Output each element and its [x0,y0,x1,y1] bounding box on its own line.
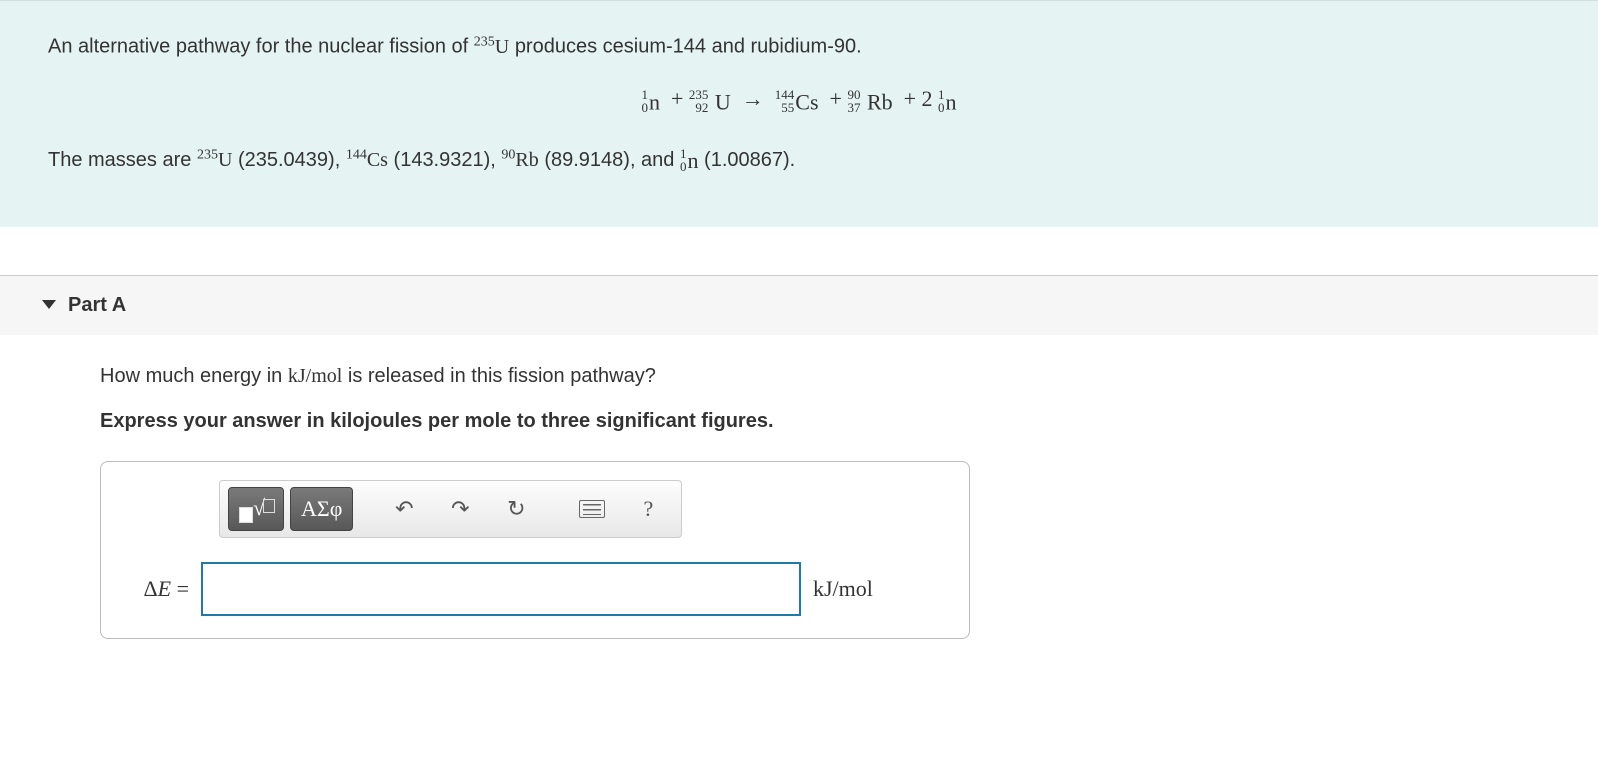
redo-icon: ↷ [451,496,469,522]
part-label: Part A [68,294,126,316]
chevron-down-icon[interactable] [42,300,56,309]
product-neutron: 10n [938,83,957,118]
greek-button[interactable]: ΑΣφ [290,487,353,531]
mass-u: 235U [197,149,232,171]
answer-unit: kJ/mol [813,576,873,602]
nuclear-equation: 10n + 23592 U → 14455Cs + 9037 Rb + 2 10… [48,82,1550,119]
help-button[interactable]: ? [623,487,673,531]
question-text: How much energy in kJ/mol is released in… [100,365,1550,388]
answer-widget: √ ΑΣφ ↶ ↷ ↻ ? ΔE = kJ/mol [100,461,970,639]
reactant-uranium: 23592 U [689,83,731,118]
unit-inline: kJ/mol [288,365,342,387]
answer-row: ΔE = kJ/mol [119,562,951,616]
keyboard-icon [579,500,605,518]
help-icon: ? [644,496,654,522]
isotope-u235-inline: 235U [474,36,509,58]
part-header[interactable]: Part A [0,275,1598,335]
answer-input[interactable] [201,562,801,616]
reactant-neutron: 10n [641,83,660,118]
intro-text: An alternative pathway for the nuclear f… [48,31,1550,62]
template-button[interactable]: √ [228,487,284,531]
equation-toolbar: √ ΑΣφ ↶ ↷ ↻ ? [219,480,682,538]
product-cesium: 14455Cs [775,83,819,118]
keyboard-button[interactable] [567,487,617,531]
question-body: How much energy in kJ/mol is released in… [0,335,1598,669]
mass-rb: 90Rb [501,149,538,171]
redo-button[interactable]: ↷ [435,487,485,531]
answer-instruction: Express your answer in kilojoules per mo… [100,410,1550,433]
masses-text: The masses are 235U (235.0439), 144Cs (1… [48,144,1550,177]
masses-prefix: The masses are [48,149,197,171]
mass-n: 10n [680,144,699,177]
reset-button[interactable]: ↻ [491,487,541,531]
answer-prefix: ΔE = [119,576,189,602]
problem-statement: An alternative pathway for the nuclear f… [0,0,1598,227]
product-rubidium: 9037 Rb [847,83,892,118]
intro-prefix: An alternative pathway for the nuclear f… [48,36,474,58]
mass-cs: 144Cs [346,149,388,171]
template-icon: √ [239,495,273,523]
undo-icon: ↶ [395,496,413,522]
intro-suffix: produces cesium-144 and rubidium-90. [515,36,862,58]
undo-button[interactable]: ↶ [379,487,429,531]
reset-icon: ↻ [507,496,525,522]
